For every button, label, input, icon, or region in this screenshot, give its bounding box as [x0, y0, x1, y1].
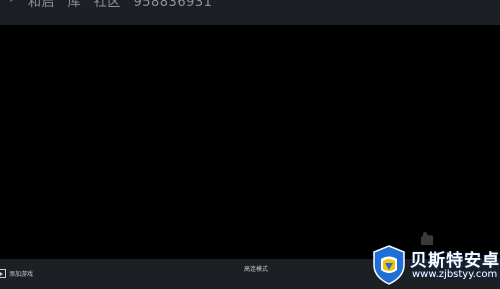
video-player[interactable] — [0, 25, 500, 259]
add-game-button[interactable]: 添加游戏 — [9, 269, 33, 278]
screen: › 和启 库 社区 958836931 添加游戏 高连模式 贝斯特安卓网 www… — [0, 0, 500, 289]
watermark-brand: 贝斯特安卓网 — [410, 251, 500, 271]
mode-selector[interactable]: 高连模式 — [244, 264, 268, 273]
title-part: 和启 — [28, 0, 56, 10]
watermark-url: www.zjbstyy.com — [412, 269, 498, 280]
stream-title: 和启 库 社区 958836931 — [28, 0, 212, 10]
shield-logo-icon — [373, 245, 405, 285]
chevron-right-icon[interactable]: › — [9, 0, 15, 7]
play-icon[interactable] — [0, 269, 6, 278]
title-part: 社区 — [93, 0, 121, 10]
title-bar: › 和启 库 社区 958836931 — [0, 0, 500, 25]
room-id: 958836931 — [133, 0, 213, 10]
title-part: 库 — [67, 0, 82, 10]
watermark-logo: 贝斯特安卓网 www.zjbstyy.com — [360, 240, 500, 289]
